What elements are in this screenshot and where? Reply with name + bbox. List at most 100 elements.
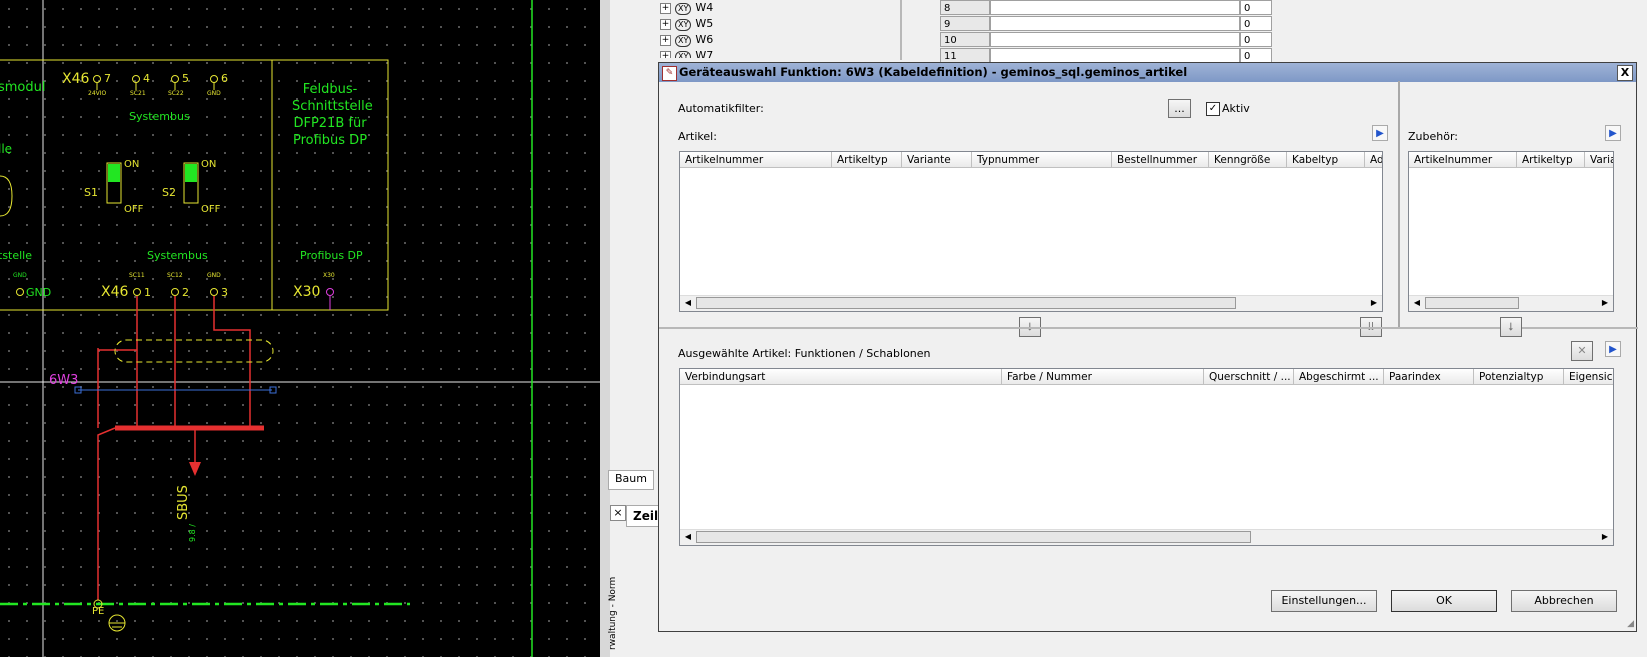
column-header[interactable]: Querschnitt / ...	[1204, 369, 1294, 385]
scroll-right-icon: ▶	[1601, 532, 1609, 541]
xy-icon: XY	[675, 3, 692, 15]
aktiv-label: Aktiv	[1222, 102, 1250, 115]
dialog-title: Geräteauswahl Funktion: 6W3 (Kabeldefini…	[679, 65, 1188, 79]
sbus-ref-label: 9.8 /	[188, 524, 197, 542]
einstellungen-button[interactable]: Einstellungen...	[1271, 590, 1377, 612]
aktiv-checkbox[interactable]: ✓	[1206, 102, 1220, 116]
grid-row[interactable]: 9 0	[940, 16, 1272, 32]
remove-button[interactable]: ✕	[1571, 341, 1593, 361]
xy-icon: XY	[675, 19, 692, 31]
tree-item-w4[interactable]: + XY W4	[660, 0, 713, 16]
close-button[interactable]: X	[1617, 65, 1633, 81]
column-header[interactable]: Ad	[1365, 152, 1382, 168]
pin-2-small: SC12	[167, 272, 183, 279]
tree-item-w7[interactable]: + XY W7	[660, 48, 713, 58]
pin-3-small: GND	[207, 272, 221, 279]
x30-label: X30	[293, 284, 321, 300]
artikel-label: Artikel:	[678, 130, 717, 143]
x30-small-label: X30	[323, 272, 335, 279]
label-lle: lle	[0, 142, 13, 156]
expand-icon: +	[660, 2, 671, 14]
column-header[interactable]: Typnummer	[972, 152, 1112, 168]
horizontal-scrollbar[interactable]: ◀ ▶	[680, 529, 1613, 545]
column-header[interactable]: Kabeltyp	[1287, 152, 1365, 168]
tree-item-w6[interactable]: + XY W6	[660, 32, 713, 48]
column-header[interactable]: Potenzialtyp	[1474, 369, 1564, 385]
cable-6w3-label[interactable]: 6W3	[49, 373, 78, 388]
artikel-table[interactable]: Artikelnummer Artikeltyp Variante Typnum…	[679, 151, 1383, 312]
grid-row[interactable]: 10 0	[940, 32, 1272, 48]
label-gnd-small: GND	[13, 272, 27, 279]
expand-arrow-icon[interactable]: ▶	[1605, 341, 1621, 357]
column-header[interactable]: Verbindungsart	[680, 369, 1002, 385]
sbus-label: SBUS	[176, 485, 191, 520]
label-gnd-left: GND	[26, 286, 52, 299]
column-header[interactable]: Artikeltyp	[1517, 152, 1585, 168]
add-zubehoer-down-button[interactable]: ⭣	[1500, 317, 1522, 337]
label-smodul: smodul	[0, 80, 46, 95]
expand-arrow-icon[interactable]: ▶	[1605, 125, 1621, 141]
resize-grip-icon[interactable]: ◢	[1627, 619, 1634, 629]
column-header[interactable]: Paarindex	[1384, 369, 1474, 385]
column-header[interactable]: Variante	[902, 152, 972, 168]
x46-top-label: X46	[62, 71, 90, 87]
column-header[interactable]: Artikelnummer	[1409, 152, 1517, 168]
pin-7: 7	[104, 72, 111, 85]
tab-baum[interactable]: Baum	[608, 470, 654, 490]
scroll-left-icon: ◀	[684, 532, 692, 541]
column-header[interactable]: Abgeschirmt ...	[1294, 369, 1384, 385]
column-header[interactable]: Artikelnummer	[680, 152, 832, 168]
close-icon[interactable]: ×	[610, 505, 626, 521]
systembus-bottom-label: Systembus	[147, 249, 208, 262]
dialog-title-bar[interactable]: ✎ Geräteauswahl Funktion: 6W3 (Kabeldefi…	[659, 63, 1636, 82]
pin-3: 3	[221, 286, 228, 299]
ausgewaehlte-label: Ausgewählte Artikel: Funktionen / Schabl…	[678, 347, 931, 360]
pin-1: 1	[144, 286, 151, 299]
ok-button[interactable]: OK	[1391, 590, 1497, 612]
filter-browse-button[interactable]: ...	[1168, 99, 1191, 118]
column-header[interactable]: Artikeltyp	[832, 152, 902, 168]
horizontal-scrollbar[interactable]: ◀ ▶	[1409, 295, 1613, 311]
vertical-tab-label[interactable]: rwaltung - Norm	[605, 577, 621, 650]
horizontal-scrollbar[interactable]: ◀ ▶	[680, 295, 1382, 311]
expand-icon: +	[660, 34, 671, 46]
cad-canvas[interactable]: smodul lle tstelle GND GND X46 7 4 5 6 2…	[0, 0, 600, 657]
column-header[interactable]: Bestellnummer	[1112, 152, 1209, 168]
profibus-dp-label: Profibus DP	[300, 249, 363, 262]
systembus-top-label: Systembus	[129, 110, 190, 123]
s1-label: S1	[84, 186, 98, 199]
column-header[interactable]: Varian	[1585, 152, 1613, 168]
feldbus-label: Feldbus- Schnittstelle DFP21B für Profib…	[292, 82, 373, 148]
label-tstelle: tstelle	[0, 249, 33, 262]
abbrechen-button[interactable]: Abbrechen	[1511, 590, 1617, 612]
xy-icon: XY	[675, 35, 692, 47]
x46-bottom-label: X46	[101, 284, 129, 300]
s2-label: S2	[162, 186, 176, 199]
zubehoer-table[interactable]: Artikelnummer Artikeltyp Varian ◀ ▶	[1408, 151, 1614, 312]
scrollbar-thumb	[696, 531, 1251, 543]
s2-off-label: OFF	[201, 204, 221, 215]
column-header[interactable]: Kenngröße	[1209, 152, 1287, 168]
pin-7-small: 24VIO	[88, 90, 107, 97]
xy-icon: XY	[675, 51, 692, 58]
scroll-left-icon: ◀	[684, 298, 692, 307]
pin-4: 4	[143, 72, 150, 85]
column-header[interactable]: Farbe / Nummer	[1002, 369, 1204, 385]
pin-6: 6	[221, 72, 228, 85]
pin-5-small: SC22	[168, 90, 184, 97]
s1-on-label: ON	[124, 159, 140, 170]
column-header[interactable]: Eigensich	[1564, 369, 1613, 385]
ausgewaehlte-table[interactable]: Verbindungsart Farbe / Nummer Querschnit…	[679, 368, 1614, 546]
pin-4-small: SC21	[130, 90, 146, 97]
device-selection-dialog: ✎ Geräteauswahl Funktion: 6W3 (Kabeldefi…	[658, 62, 1638, 632]
pe-label: PE	[92, 606, 105, 617]
grid-row[interactable]: 8 0	[940, 0, 1272, 16]
pin-2: 2	[182, 286, 189, 299]
tree-item-w5[interactable]: + XY W5	[660, 16, 713, 32]
s1-off-label: OFF	[124, 204, 144, 215]
expand-icon: +	[660, 50, 671, 58]
scrollbar-thumb	[1425, 297, 1519, 309]
scroll-left-icon: ◀	[1413, 298, 1421, 307]
expand-arrow-icon[interactable]: ▶	[1372, 125, 1388, 141]
pin-6-small: GND	[207, 90, 221, 97]
